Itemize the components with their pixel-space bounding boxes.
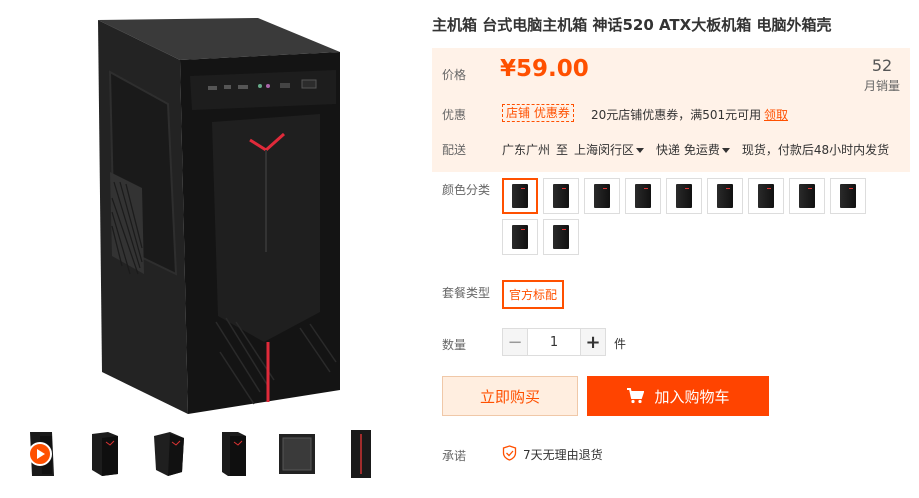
ship-method: 快递 免运费 — [656, 143, 720, 157]
color-swatch-9[interactable] — [830, 178, 866, 214]
sales-label: 月销量 — [863, 79, 900, 93]
add-to-cart-button[interactable]: 加入购物车 — [587, 376, 769, 416]
package-label: 套餐类型 — [442, 286, 491, 300]
buy-now-button[interactable]: 立即购买 — [442, 376, 578, 416]
coupon-tag: 店铺 优惠券 — [502, 104, 574, 122]
quantity-decrease-button[interactable]: − — [502, 328, 528, 356]
color-swatch-3[interactable] — [584, 178, 620, 214]
swatch-case-image — [594, 184, 610, 208]
thumbnail-5[interactable] — [340, 428, 382, 480]
color-swatch-2[interactable] — [543, 178, 579, 214]
quantity-unit: 件 — [614, 337, 627, 351]
color-swatch-7[interactable] — [748, 178, 784, 214]
price-value: ¥59.00 — [500, 56, 589, 82]
package-option[interactable]: 官方标配 — [502, 280, 565, 309]
swatch-case-image — [676, 184, 692, 208]
shield-check-icon — [502, 445, 517, 461]
swatch-case-image — [512, 225, 528, 249]
thumbnail-case-image — [279, 434, 315, 474]
color-swatch-8[interactable] — [789, 178, 825, 214]
swatch-case-image — [635, 184, 651, 208]
thumbnail-case-image — [92, 432, 118, 476]
thumbnail-case-image — [154, 432, 184, 476]
thumbnail-4[interactable] — [276, 428, 318, 480]
promo-label: 优惠 — [442, 108, 467, 122]
coupon-text: 20元店铺优惠券，满501元可用 — [591, 108, 762, 122]
color-swatch-5[interactable] — [666, 178, 702, 214]
thumbnail-strip — [20, 428, 382, 480]
chevron-down-icon — [636, 148, 645, 153]
ship-method-select[interactable]: 快递 免运费 — [656, 141, 736, 158]
swatch-case-image — [512, 184, 528, 208]
color-swatch-11[interactable] — [543, 219, 579, 255]
thumbnail-video[interactable] — [20, 428, 62, 480]
promise-text: 7天无理由退货 — [523, 448, 603, 462]
cart-icon — [627, 388, 645, 404]
color-label: 颜色分类 — [442, 183, 491, 197]
swatch-case-image — [840, 184, 856, 208]
swatch-case-image — [799, 184, 815, 208]
shipping-info: 广东广州 至 上海闵行区 快递 免运费 现货，付款后48小时内发货 — [502, 141, 889, 158]
monthly-sales: 52 月销量 — [864, 56, 900, 94]
color-swatch-4[interactable] — [625, 178, 661, 214]
color-swatch-1[interactable] — [502, 178, 538, 214]
swatch-case-image — [758, 184, 774, 208]
shipping-label: 配送 — [442, 143, 467, 157]
claim-coupon-link[interactable]: 领取 — [764, 106, 788, 123]
ship-note: 现货，付款后48小时内发货 — [741, 143, 890, 157]
thumbnail-2[interactable] — [148, 428, 190, 480]
chevron-down-icon — [721, 148, 730, 153]
ship-from: 广东广州 — [502, 143, 551, 157]
quantity-stepper: − + — [502, 328, 606, 356]
ship-destination: 上海闵行区 — [574, 143, 635, 157]
ship-destination-select[interactable]: 上海闵行区 — [574, 141, 650, 158]
product-title: 主机箱 台式电脑主机箱 神话520 ATX大板机箱 电脑外箱壳 — [432, 16, 832, 34]
promise-label: 承诺 — [442, 449, 467, 463]
main-product-image — [98, 18, 340, 414]
ship-to-word: 至 — [556, 143, 569, 157]
thumbnail-3[interactable] — [212, 428, 254, 480]
price-panel: 价格 ¥59.00 52 月销量 优惠 店铺 优惠券 20元店铺优惠券，满501… — [432, 48, 910, 172]
color-swatch-10[interactable] — [502, 219, 538, 255]
color-swatch-6[interactable] — [707, 178, 743, 214]
quantity-increase-button[interactable]: + — [580, 328, 606, 356]
thumbnail-1[interactable] — [84, 428, 126, 480]
sales-count: 52 — [871, 56, 893, 75]
thumbnail-case-image — [351, 430, 371, 478]
add-to-cart-label: 加入购物车 — [654, 387, 730, 406]
quantity-label: 数量 — [442, 338, 467, 352]
play-icon — [28, 442, 52, 466]
color-swatches — [502, 178, 872, 255]
swatch-case-image — [553, 225, 569, 249]
quantity-input[interactable] — [528, 328, 580, 356]
thumbnail-case-image — [222, 432, 246, 476]
swatch-case-image — [717, 184, 733, 208]
price-label: 价格 — [442, 68, 467, 82]
swatch-case-image — [553, 184, 569, 208]
